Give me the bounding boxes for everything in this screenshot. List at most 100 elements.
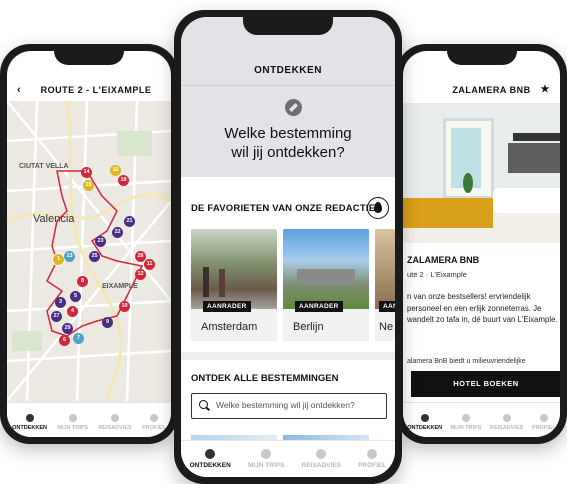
question-line-2: wil jij ontdekken? (231, 144, 345, 161)
question-line-1: Welke bestemming (224, 125, 352, 142)
tab-ontdekken[interactable]: ONTDEKKEN (407, 414, 442, 437)
map-marker[interactable]: 11 (144, 259, 155, 270)
tab-profiel[interactable]: PROFIEL (532, 414, 556, 437)
notch (243, 17, 333, 35)
map-marker[interactable]: 22 (112, 227, 123, 238)
card-photo-people (219, 269, 225, 297)
hotel-description: n van onze bestsellers! ervriendelijk pe… (407, 292, 558, 324)
page-title: ONTDEKKEN (254, 65, 322, 76)
left-tabbar: ONTDEKKEN MIJN TRIPS REISADVIES PROFIEL (7, 402, 171, 437)
map-marker[interactable]: 18 (118, 175, 129, 186)
compass-icon (420, 414, 429, 422)
hotel-title: ZALAMERA BNB (452, 85, 531, 95)
left-phone: ‹ ROUTE 2 - L'EIXAMPLE CIUTAT VELLA Vale… (0, 44, 178, 444)
map-marker[interactable]: 16 (110, 165, 121, 176)
aanrader-badge: AANRADER (379, 301, 395, 312)
advice-icon (111, 414, 120, 422)
map-marker[interactable]: 10 (119, 301, 130, 312)
tab-reisadvies[interactable]: REISADVIES (98, 414, 132, 437)
advice-icon (502, 414, 511, 422)
center-phone: ONTDEKKEN Welke bestemming wil jij ontde… (174, 10, 402, 484)
map-marker[interactable]: 9 (102, 317, 113, 328)
destination-card-partial[interactable]: AANRADER Ne (375, 229, 395, 341)
map-marker[interactable]: 7 (73, 333, 84, 344)
map-marker[interactable]: 8 (77, 276, 88, 287)
tab-profiel[interactable]: PROFIEL (142, 414, 166, 437)
card-city: Ne (379, 321, 394, 333)
tab-mijn-trips[interactable]: MIJN TRIPS (248, 449, 284, 477)
tab-mijn-trips[interactable]: MIJN TRIPS (57, 414, 88, 437)
tab-ontdekken[interactable]: ONTDEKKEN (190, 449, 231, 477)
trips-icon (261, 449, 272, 459)
profile-icon (149, 414, 158, 422)
advice-icon (316, 449, 327, 459)
profile-icon (539, 414, 548, 422)
star-icon[interactable]: ★ (541, 84, 550, 95)
compass-icon (25, 414, 34, 422)
destination-card-amsterdam[interactable]: AANRADER Amsterdam (191, 229, 277, 341)
hotel-book-button[interactable]: HOTEL BOEKEN (411, 371, 560, 397)
trips-icon (68, 414, 77, 422)
right-phone: ZALAMERA BNB ★ ZALAMERA BNB ute 2 · L'Ei… (396, 44, 567, 444)
route-header: ‹ ROUTE 2 - L'EIXAMPLE (7, 84, 171, 96)
hotel-header: ZALAMERA BNB ★ (403, 84, 560, 95)
trips-icon (462, 414, 471, 422)
map-marker[interactable]: 5 (70, 291, 81, 302)
notch (54, 51, 124, 65)
label-valencia: Valencia (33, 213, 75, 225)
hotel-photo (403, 103, 560, 243)
search-box[interactable]: Welke bestemming wil jij ontdekken? (191, 393, 387, 419)
tab-mijn-trips[interactable]: MIJN TRIPS (451, 414, 481, 437)
map-marker[interactable]: 3 (55, 297, 66, 308)
card-city: Berlijn (293, 321, 324, 333)
aanrader-badge: AANRADER (203, 301, 251, 312)
header-divider (181, 85, 395, 86)
tab-ontdekken[interactable]: ONTDEKKEN (12, 414, 47, 437)
card-photo-people (203, 267, 209, 297)
hotel-name: ZALAMERA BNB (407, 255, 480, 265)
compass-icon (205, 449, 216, 459)
destination-card-berlijn[interactable]: AANRADER Berlijn (283, 229, 369, 341)
center-tabbar: ONTDEKKEN MIJN TRIPS REISADVIES PROFIEL (181, 440, 395, 477)
map-marker[interactable]: 29 (62, 323, 73, 334)
label-ciutat-vella: CIUTAT VELLA (19, 163, 69, 170)
aanrader-badge: AANRADER (295, 301, 343, 312)
notch (446, 51, 517, 65)
back-arrow-icon[interactable]: ‹ (17, 84, 21, 96)
section-divider (181, 352, 395, 360)
all-destinations-heading: ONTDEK ALLE BESTEMMINGEN (191, 373, 339, 384)
route-map[interactable]: CIUTAT VELLA Valencia EIXAMPLE 14 15 16 … (7, 101, 171, 403)
map-marker[interactable]: 14 (81, 167, 92, 178)
card-photo (375, 229, 395, 309)
label-eixample: EIXAMPLE (102, 283, 138, 290)
flame-icon-button[interactable] (367, 197, 389, 219)
map-streets (7, 101, 171, 401)
map-marker[interactable]: 6 (59, 335, 70, 346)
card-city: Amsterdam (201, 321, 258, 333)
map-marker[interactable]: 15 (83, 180, 94, 191)
map-marker[interactable]: 4 (67, 306, 78, 317)
card-photo-building (297, 269, 355, 285)
flame-icon (374, 202, 382, 213)
right-tabbar: ONTDEKKEN MIJN TRIPS REISADVIES PROFIEL (403, 402, 560, 437)
center-screen: ONTDEKKEN Welke bestemming wil jij ontde… (181, 17, 395, 477)
compass-icon (285, 99, 302, 116)
favorites-heading: DE FAVORIETEN VAN ONZE REDACTIE (191, 203, 376, 214)
hotel-meta: ute 2 · L'Eixample (407, 270, 467, 279)
map-marker[interactable]: 13 (64, 251, 75, 262)
map-marker[interactable]: 21 (124, 216, 135, 227)
search-icon-handle (206, 406, 210, 411)
tab-profiel[interactable]: PROFIEL (358, 449, 386, 477)
left-screen: ‹ ROUTE 2 - L'EIXAMPLE CIUTAT VELLA Vale… (7, 51, 171, 437)
tab-reisadvies[interactable]: REISADVIES (490, 414, 523, 437)
tab-reisadvies[interactable]: REISADVIES (302, 449, 341, 477)
profile-icon (367, 449, 378, 459)
hotel-description-2: alamera BnB biedt u milieuvriendelijke (407, 358, 526, 365)
route-title: ROUTE 2 - L'EIXAMPLE (40, 85, 152, 95)
map-marker[interactable]: 27 (51, 311, 62, 322)
right-screen: ZALAMERA BNB ★ ZALAMERA BNB ute 2 · L'Ei… (403, 51, 560, 437)
map-marker[interactable]: 23 (95, 236, 106, 247)
map-marker[interactable]: 12 (135, 269, 146, 280)
map-marker[interactable]: 25 (89, 251, 100, 262)
search-placeholder: Welke bestemming wil jij ontdekken? (216, 400, 355, 410)
